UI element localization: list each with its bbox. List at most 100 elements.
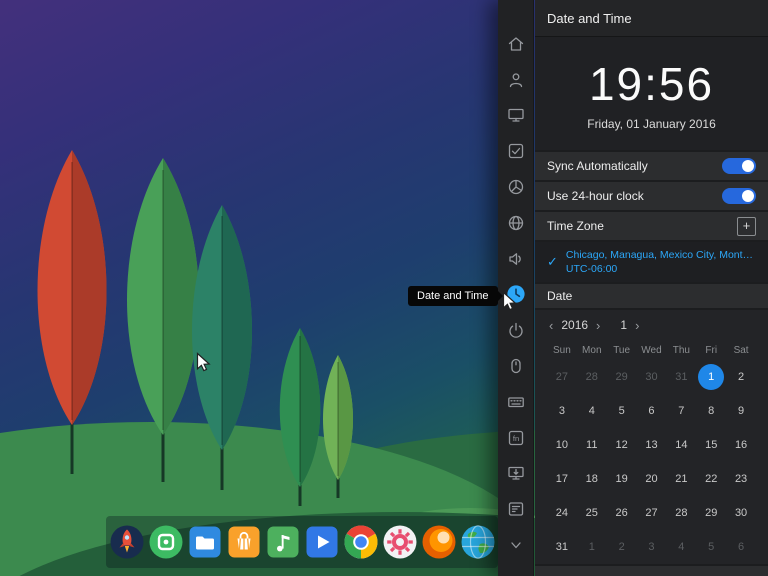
calendar-day[interactable]: 28 (577, 360, 607, 394)
calendar-day[interactable]: 7 (666, 394, 696, 428)
sidebar-item-sound[interactable] (498, 241, 534, 277)
dock-item-launcher[interactable] (109, 523, 145, 561)
calendar-day[interactable]: 17 (547, 462, 577, 496)
next-year-button[interactable]: › (594, 318, 602, 333)
calendar-day[interactable]: 2 (726, 360, 756, 394)
dock (106, 516, 498, 568)
calendar-day[interactable]: 27 (637, 496, 667, 530)
sidebar-item-home[interactable] (498, 26, 534, 62)
sidebar-item-keyboard[interactable] (498, 384, 534, 420)
sidebar-item-default-apps[interactable] (498, 133, 534, 169)
timezone-cities: Chicago, Managua, Mexico City, Monterrey (565, 249, 756, 261)
sidebar-item-network[interactable] (498, 205, 534, 241)
calendar-day[interactable]: 22 (696, 462, 726, 496)
page-title: Date and Time (547, 10, 632, 26)
add-timezone-button[interactable]: + (737, 216, 756, 236)
calendar-day[interactable]: 30 (637, 360, 667, 394)
dock-item-browser[interactable] (460, 523, 496, 561)
calendar-day[interactable]: 8 (696, 394, 726, 428)
svg-text:fn: fn (512, 433, 518, 442)
timezone-item[interactable]: ✓ Chicago, Managua, Mexico City, Monterr… (535, 242, 768, 282)
calendar-day[interactable]: 28 (666, 496, 696, 530)
calendar-day-header: Sun (553, 344, 571, 356)
tooltip: Date and Time (408, 286, 503, 306)
dock-item-store[interactable] (226, 523, 262, 561)
calendar-day[interactable]: 31 (547, 530, 577, 564)
calendar-day[interactable]: 19 (607, 462, 637, 496)
calendar-day[interactable]: 9 (726, 394, 756, 428)
prev-year-button[interactable]: ‹ (547, 318, 555, 333)
calendar-day[interactable]: 6 (637, 394, 667, 428)
calendar-day[interactable]: 23 (726, 462, 756, 496)
calendar-day[interactable]: 26 (607, 496, 637, 530)
settings-panel: Date and Time 19:56 Friday, 01 January 2… (535, 0, 768, 576)
dock-item-app-store-green[interactable] (148, 523, 184, 561)
calendar-day[interactable]: 18 (577, 462, 607, 496)
sidebar-item-system-info[interactable] (498, 491, 534, 527)
calendar-day[interactable]: 4 (577, 394, 607, 428)
calendar-year: 2016 (561, 318, 589, 332)
calendar-day[interactable]: 10 (547, 428, 577, 462)
clock24-toggle[interactable] (722, 188, 756, 204)
calendar-day[interactable]: 25 (577, 496, 607, 530)
firefox-icon (421, 524, 457, 560)
sidebar-item-accounts[interactable] (498, 62, 534, 98)
calendar-day[interactable]: 24 (547, 496, 577, 530)
sidebar-item-power[interactable] (498, 312, 534, 348)
calendar-day[interactable]: 3 (637, 530, 667, 564)
sidebar-item-personalization[interactable] (498, 169, 534, 205)
timezone-utc: UTC-06:00 (565, 263, 618, 275)
update-icon (506, 463, 526, 483)
sync-row: Sync Automatically (535, 152, 768, 180)
display-icon (506, 105, 526, 125)
calendar-day[interactable]: 15 (696, 428, 726, 462)
dock-item-music[interactable] (265, 523, 301, 561)
dock-item-file-manager[interactable] (187, 523, 223, 561)
datetime-icon (506, 284, 526, 304)
system-info-icon (506, 499, 526, 519)
calendar-day[interactable]: 1 (577, 530, 607, 564)
calendar-day[interactable]: 29 (607, 360, 637, 394)
dock-item-settings[interactable] (382, 523, 418, 561)
calendar-day[interactable]: 21 (666, 462, 696, 496)
calendar-day[interactable]: 27 (547, 360, 577, 394)
calendar-day[interactable]: 5 (696, 530, 726, 564)
next-month-button[interactable]: › (633, 318, 641, 333)
sync-toggle[interactable] (722, 158, 756, 174)
fn-icon: fn (506, 428, 526, 448)
calendar-grid: 27 28 29 30 31 1 2 3 4 5 6 7 8 9 10 11 12 13 14 15 16 17 18 19 2… (547, 360, 756, 564)
sidebar-item-more[interactable] (498, 527, 534, 563)
browser-icon (460, 524, 496, 560)
calendar-day-header: Mon (582, 344, 602, 356)
calendar-day[interactable]: 12 (607, 428, 637, 462)
calendar-day[interactable]: 31 (666, 360, 696, 394)
sidebar-item-datetime[interactable] (498, 277, 534, 313)
keyboard-icon (506, 392, 526, 412)
calendar-day[interactable]: 5 (607, 394, 637, 428)
sidebar-item-mouse[interactable] (498, 348, 534, 384)
dock-item-firefox[interactable] (421, 523, 457, 561)
music-icon (265, 524, 301, 560)
dock-item-movie[interactable] (304, 523, 340, 561)
calendar-day[interactable]: 2 (607, 530, 637, 564)
calendar-month: 1 (620, 318, 628, 332)
calendar-day[interactable]: 29 (696, 496, 726, 530)
sidebar-item-display[interactable] (498, 98, 534, 134)
calendar-day[interactable]: 6 (726, 530, 756, 564)
sidebar-item-shortcuts[interactable]: fn (498, 420, 534, 456)
calendar-day-header: Wed (641, 344, 662, 356)
calendar-day[interactable]: 3 (547, 394, 577, 428)
clock24-row: Use 24-hour clock (535, 182, 768, 210)
calendar-day[interactable]: 14 (666, 428, 696, 462)
calendar-day[interactable]: 11 (577, 428, 607, 462)
calendar-day[interactable]: 30 (726, 496, 756, 530)
calendar-day[interactable]: 20 (637, 462, 667, 496)
calendar-day[interactable]: 16 (726, 428, 756, 462)
calendar-day-selected[interactable]: 1 (696, 360, 726, 394)
sidebar-item-update[interactable] (498, 456, 534, 492)
dock-item-chrome[interactable] (343, 523, 379, 561)
home-icon (506, 34, 526, 54)
chevron-down-icon (506, 535, 526, 555)
calendar-day[interactable]: 13 (637, 428, 667, 462)
calendar-day[interactable]: 4 (666, 530, 696, 564)
